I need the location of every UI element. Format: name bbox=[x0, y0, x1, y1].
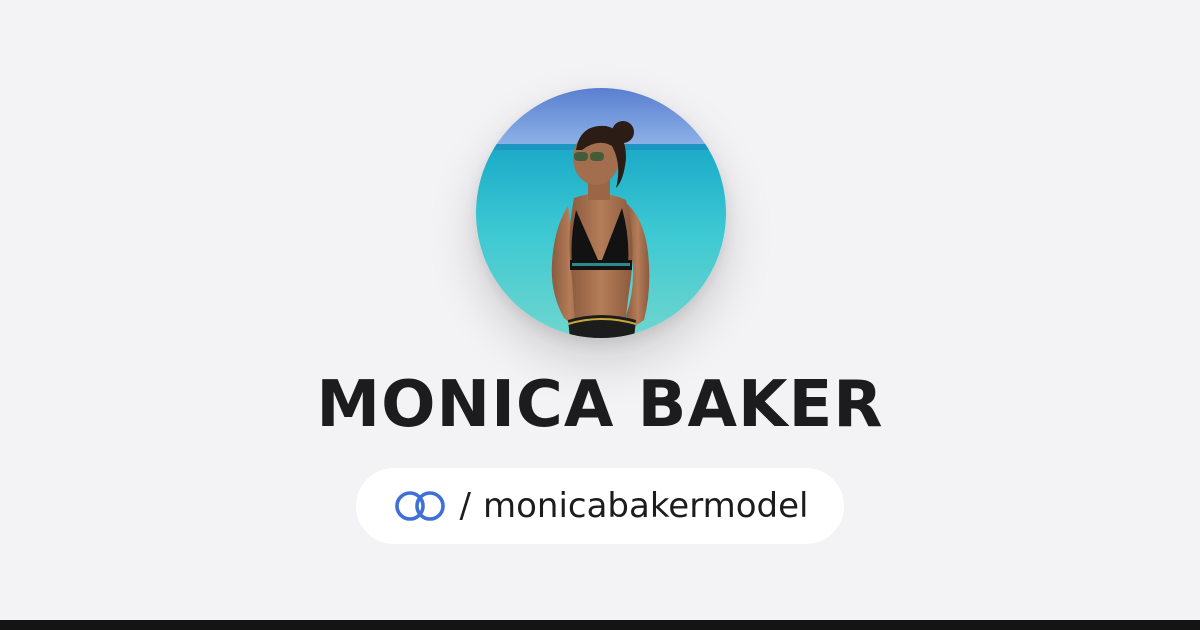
avatar bbox=[476, 88, 726, 338]
footer-bar bbox=[0, 620, 1200, 630]
avatar-photo bbox=[476, 88, 726, 338]
linked-rings-icon bbox=[394, 491, 445, 521]
profile-name: MONICA BAKER bbox=[316, 368, 884, 442]
profile-handle: monicabakermodel bbox=[482, 486, 809, 526]
profile-card: MONICA BAKER / monicabakermodel bbox=[0, 0, 1200, 620]
handle-separator: / bbox=[459, 486, 471, 526]
profile-handle-link[interactable]: / monicabakermodel bbox=[356, 468, 844, 544]
